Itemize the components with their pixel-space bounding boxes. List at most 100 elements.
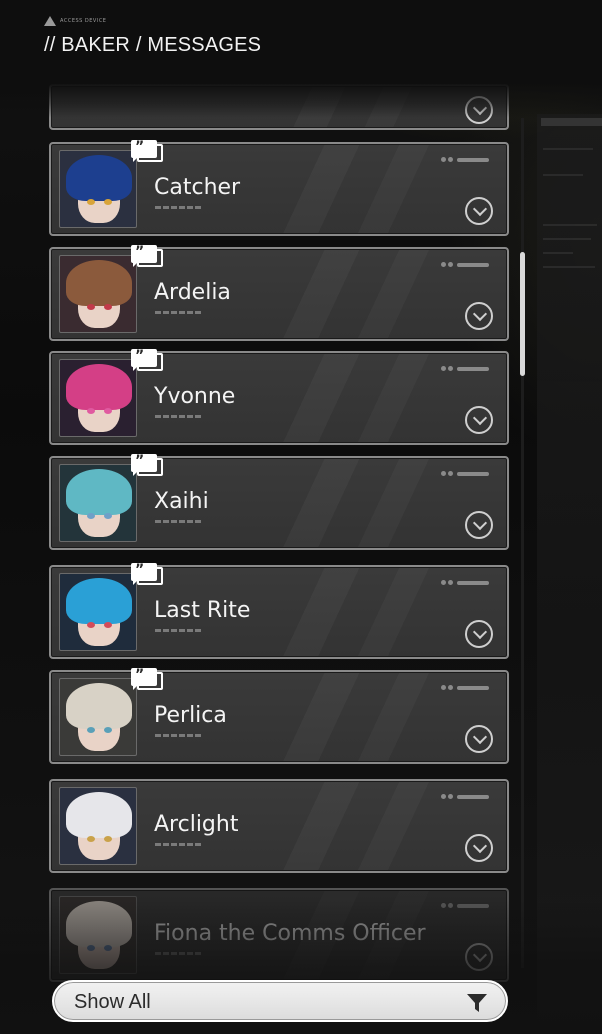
signal-indicator-icon xyxy=(441,794,489,799)
contact-card[interactable]: Fiona the Comms Officer xyxy=(49,888,509,982)
avatar-hair xyxy=(66,155,132,201)
side-panel-line xyxy=(543,174,583,176)
contact-card[interactable]: ” Ardelia xyxy=(49,244,509,341)
avatar-eye xyxy=(104,622,112,628)
new-message-icon: ” xyxy=(129,243,163,269)
contact-status-dashes xyxy=(155,734,201,737)
expand-icon[interactable] xyxy=(465,620,493,648)
avatar-hair xyxy=(66,364,132,410)
contact-status-dashes xyxy=(155,520,201,523)
contact-status-dashes xyxy=(155,206,201,209)
new-message-icon: ” xyxy=(129,666,163,692)
contact-name: Yvonne xyxy=(154,384,236,409)
expand-icon[interactable] xyxy=(465,197,493,225)
expand-icon[interactable] xyxy=(465,725,493,753)
contact-name: Arclight xyxy=(154,812,239,837)
filter-icon xyxy=(467,994,487,1012)
expand-icon[interactable] xyxy=(465,96,493,124)
device-tag-text: ACCESS DEVICE xyxy=(60,17,107,24)
avatar-eye xyxy=(104,945,112,951)
contact-list: ” Catcher ” Ardelia ” Yvonne ” Xaihi ” L… xyxy=(49,0,509,1034)
contact-status-dashes xyxy=(155,952,201,955)
contact-status-dashes xyxy=(155,415,201,418)
contact-name: Last Rite xyxy=(154,598,251,623)
avatar-hair xyxy=(66,683,132,729)
signal-indicator-icon xyxy=(441,262,489,267)
contact-card[interactable]: ” Perlica xyxy=(49,667,509,764)
avatar xyxy=(59,896,137,974)
signal-indicator-icon xyxy=(441,366,489,371)
avatar-eye xyxy=(104,727,112,733)
signal-indicator-icon xyxy=(441,471,489,476)
avatar-eye xyxy=(104,836,112,842)
avatar-eye xyxy=(104,408,112,414)
expand-icon[interactable] xyxy=(465,406,493,434)
side-panel-line xyxy=(543,266,595,268)
signal-indicator-icon xyxy=(441,685,489,690)
avatar xyxy=(59,787,137,865)
avatar-hair xyxy=(66,469,132,515)
contact-card[interactable]: ” Last Rite xyxy=(49,562,509,659)
avatar xyxy=(59,359,137,437)
avatar-hair xyxy=(66,792,132,838)
contact-status-dashes xyxy=(155,311,201,314)
avatar xyxy=(59,464,137,542)
side-panel-line xyxy=(543,252,573,254)
side-panel-bar xyxy=(541,118,602,126)
contact-name: Xaihi xyxy=(154,489,209,514)
signal-indicator-icon xyxy=(441,903,489,908)
scrollbar-thumb[interactable] xyxy=(520,252,525,376)
filter-dropdown[interactable]: Show All xyxy=(52,980,508,1022)
avatar xyxy=(59,678,137,756)
side-panel-line xyxy=(543,238,591,240)
avatar-eye xyxy=(87,199,95,205)
contact-card[interactable]: ” Xaihi xyxy=(49,453,509,550)
new-message-icon: ” xyxy=(129,347,163,373)
contact-card[interactable]: Arclight xyxy=(49,779,509,873)
expand-icon[interactable] xyxy=(465,943,493,971)
avatar-hair xyxy=(66,260,132,306)
avatar-eye xyxy=(87,513,95,519)
avatar-eye xyxy=(87,304,95,310)
filter-label: Show All xyxy=(74,991,151,1013)
contact-status-dashes xyxy=(155,843,201,846)
scrollbar-track[interactable] xyxy=(521,118,524,968)
avatar-eye xyxy=(87,408,95,414)
device-tag: ACCESS DEVICE xyxy=(44,16,120,26)
contact-name: Catcher xyxy=(154,175,241,200)
contact-name: Perlica xyxy=(154,703,227,728)
avatar-eye xyxy=(87,622,95,628)
avatar-eye xyxy=(104,304,112,310)
avatar xyxy=(59,150,137,228)
header: ACCESS DEVICE // BAKER / MESSAGES xyxy=(44,16,344,66)
contact-card[interactable]: ” Yvonne xyxy=(49,348,509,445)
new-message-icon: ” xyxy=(129,138,163,164)
expand-icon[interactable] xyxy=(465,834,493,862)
contact-name: Fiona the Comms Officer xyxy=(154,921,426,946)
device-logo-icon xyxy=(44,16,56,26)
expand-icon[interactable] xyxy=(465,511,493,539)
side-panel-preview xyxy=(537,114,602,1024)
signal-indicator-icon xyxy=(441,580,489,585)
side-panel-line xyxy=(543,224,597,226)
avatar xyxy=(59,573,137,651)
contact-status-dashes xyxy=(155,629,201,632)
messages-screen: ” Catcher ” Ardelia ” Yvonne ” Xaihi ” L… xyxy=(0,0,602,1034)
avatar-eye xyxy=(104,513,112,519)
contact-card-partial[interactable] xyxy=(49,84,509,130)
contact-name: Ardelia xyxy=(154,280,231,305)
avatar-eye xyxy=(87,945,95,951)
avatar-eye xyxy=(87,727,95,733)
signal-indicator-icon xyxy=(441,157,489,162)
avatar xyxy=(59,255,137,333)
page-title: // BAKER / MESSAGES xyxy=(44,34,262,56)
side-panel-line xyxy=(543,148,593,150)
avatar-eye xyxy=(104,199,112,205)
new-message-icon: ” xyxy=(129,561,163,587)
new-message-icon: ” xyxy=(129,452,163,478)
expand-icon[interactable] xyxy=(465,302,493,330)
avatar-hair xyxy=(66,578,132,624)
contact-card[interactable]: ” Catcher xyxy=(49,139,509,236)
avatar-eye xyxy=(87,836,95,842)
avatar-hair xyxy=(66,901,132,947)
